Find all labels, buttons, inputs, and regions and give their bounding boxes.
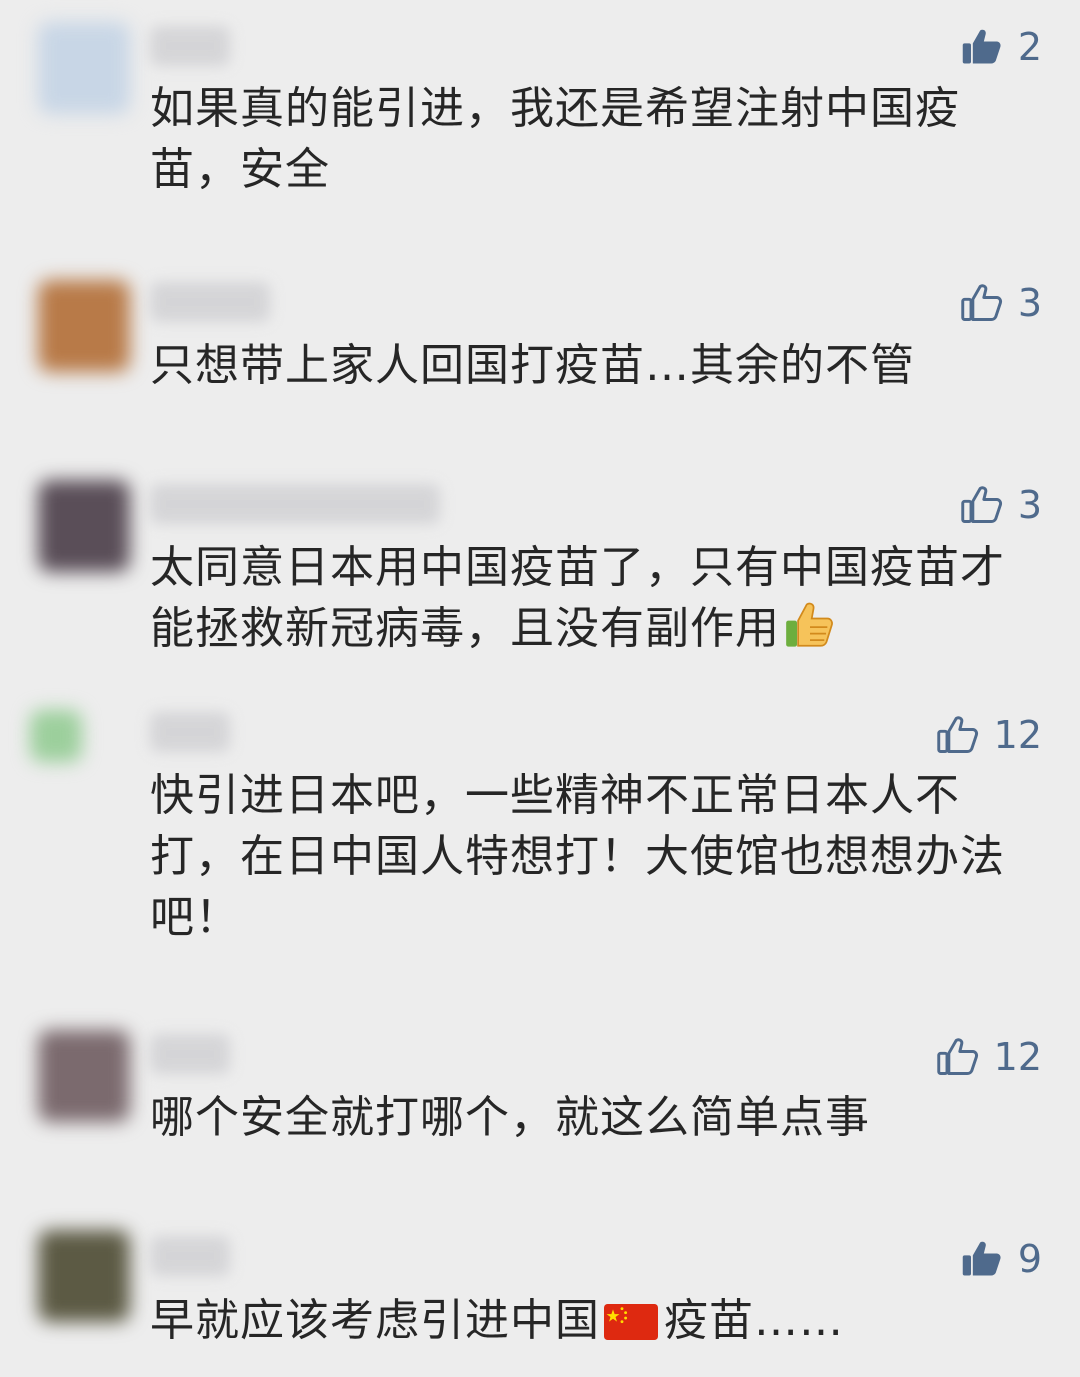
comment-text-segment: 早就应该考虑引进中国: [150, 1295, 600, 1346]
like-button[interactable]: 9: [960, 1236, 1042, 1282]
china-flag-emoji: [604, 1296, 658, 1357]
avatar[interactable]: [38, 480, 130, 572]
like-count: 12: [993, 713, 1042, 757]
like-button[interactable]: 12: [936, 712, 1042, 758]
comment-text-line: 哪个安全就打哪个，就这么简单点事: [150, 1092, 870, 1143]
comment-text-line: 能拯救新冠病毒，且没有副作用: [150, 598, 1020, 667]
like-count: 12: [993, 1035, 1042, 1079]
comment-text: 只想带上家人回国打疫苗…其余的不管: [150, 335, 1020, 396]
like-button[interactable]: 3: [960, 280, 1042, 326]
avatar[interactable]: [38, 280, 130, 372]
comment-text: 哪个安全就打哪个，就这么简单点事: [150, 1087, 1020, 1148]
comment-text-segment: 疫苗……: [664, 1295, 844, 1346]
avatar[interactable]: [30, 710, 82, 762]
comment-text-line: 只想带上家人回国打疫苗…其余的不管: [150, 340, 915, 391]
avatar[interactable]: [38, 22, 130, 114]
thumbs-up-outline-icon: [961, 486, 1002, 523]
like-button[interactable]: 12: [936, 1034, 1042, 1080]
thumbs-up-emoji: [784, 599, 836, 667]
username-blurred[interactable]: [150, 1034, 230, 1074]
thumbs-up-outline-icon: [936, 716, 978, 753]
comment-text-segment: 能拯救新冠病毒，且没有副作用: [150, 603, 780, 654]
like-button[interactable]: 2: [960, 24, 1042, 70]
username-blurred[interactable]: [150, 712, 230, 752]
comment-text: 太同意日本用中国疫苗了，只有中国疫苗才 能拯救新冠病毒，且没有副作用: [150, 537, 1020, 667]
comment-text: 快引进日本吧，一些精神不正常日本人不 打，在日中国人特想打！大使馆也想想办法 吧…: [150, 765, 1020, 948]
like-button[interactable]: 3: [960, 482, 1042, 528]
username-blurred[interactable]: [150, 484, 440, 524]
comment-text-line: 太同意日本用中国疫苗了，只有中国疫苗才: [150, 542, 1005, 593]
like-count: 3: [1017, 483, 1042, 527]
avatar[interactable]: [38, 1030, 130, 1122]
like-count: 9: [1017, 1237, 1042, 1281]
comment-text-line: 打，在日中国人特想打！大使馆也想想办法: [150, 831, 1005, 882]
comment-text: 如果真的能引进，我还是希望注射中国疫 苗，安全: [150, 78, 1020, 200]
username-blurred[interactable]: [150, 1236, 230, 1276]
thumbs-up-filled-icon: [962, 1241, 1001, 1276]
comment-text-line: 快引进日本吧，一些精神不正常日本人不: [150, 770, 960, 821]
username-blurred[interactable]: [150, 26, 230, 66]
like-count: 2: [1017, 25, 1042, 69]
comment-text: 早就应该考虑引进中国 疫苗……: [150, 1290, 1020, 1357]
username-blurred[interactable]: [150, 282, 270, 322]
like-count: 3: [1017, 281, 1042, 325]
thumbs-up-outline-icon: [936, 1038, 978, 1075]
thumbs-up-filled-icon: [962, 29, 1001, 64]
avatar[interactable]: [38, 1230, 130, 1322]
comment-text-line: 早就应该考虑引进中国 疫苗……: [150, 1290, 1020, 1357]
comment-text-line: 如果真的能引进，我还是希望注射中国疫: [150, 83, 960, 134]
thumbs-up-outline-icon: [961, 284, 1002, 321]
comment-text-line: 苗，安全: [150, 144, 330, 195]
comment-text-line: 吧！: [150, 892, 240, 943]
